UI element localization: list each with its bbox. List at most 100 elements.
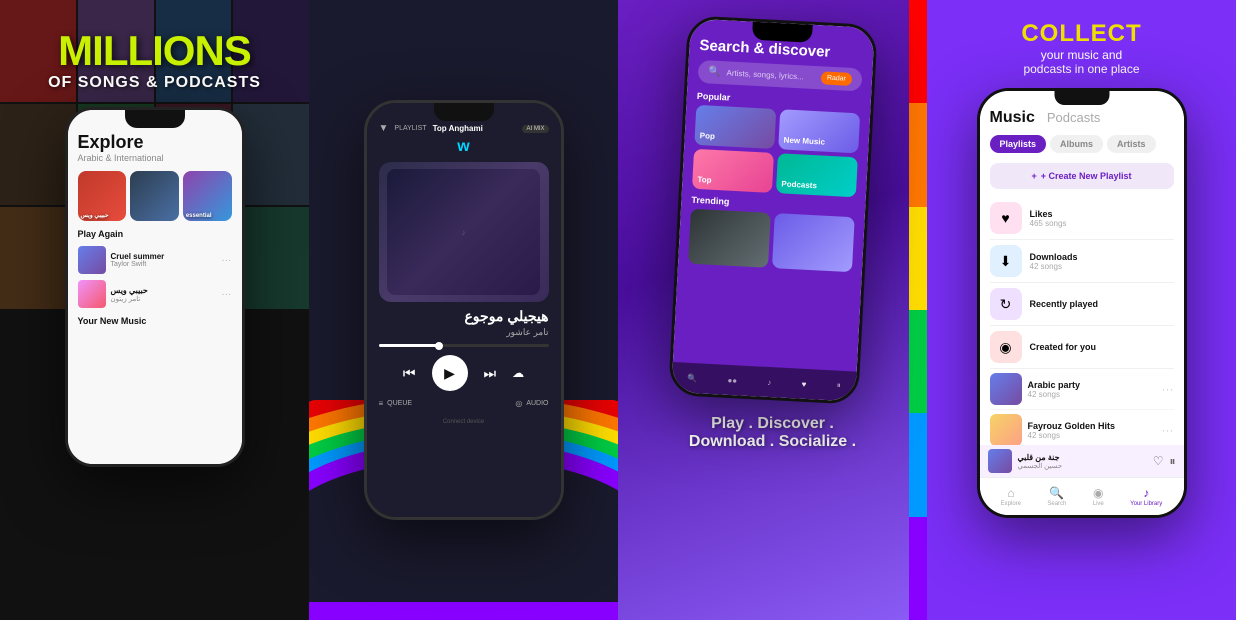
phone-screen: Explore Arabic & International حبيبي ويس… bbox=[68, 110, 242, 464]
tab-podcasts[interactable]: Podcasts bbox=[1047, 110, 1100, 125]
playlist-info: Arabic party 42 songs bbox=[1028, 380, 1156, 399]
panel-2: ▼ PLAYLIST Top Anghami AI MIX w ♪ هيجيلي… bbox=[309, 0, 618, 620]
audio-section: ◎ AUDIO bbox=[515, 399, 548, 408]
mini-pause-icon[interactable]: ⏸ bbox=[1169, 454, 1175, 469]
song-artist: تامر زيتون bbox=[111, 295, 217, 303]
queue-label[interactable]: QUEUE bbox=[387, 400, 412, 407]
playlist-header: ▼ PLAYLIST Top Anghami AI MIX bbox=[379, 123, 549, 134]
nav-item-explore[interactable]: ⌂ Explore bbox=[1001, 486, 1021, 507]
chevron-down-icon[interactable]: ▼ bbox=[379, 123, 389, 134]
category-label: Top bbox=[697, 175, 712, 185]
explore-subtitle: Arabic & International bbox=[78, 153, 232, 163]
song-info: Cruel summer Taylor Swift bbox=[111, 252, 217, 268]
playlist-song-count: 42 songs bbox=[1028, 431, 1156, 440]
library-item-name: Likes bbox=[1030, 209, 1174, 219]
artist-thumb bbox=[130, 171, 179, 221]
tagline: Play . Discover .Download . Socialize . bbox=[689, 415, 856, 451]
explore-icon: ⌂ bbox=[1007, 486, 1014, 500]
collect-headline: COLLECT your music andpodcasts in one pl… bbox=[1021, 20, 1141, 76]
song-item[interactable]: حبيبي ويس تامر زيتون ··· bbox=[78, 277, 232, 311]
tab-playlists[interactable]: Playlists bbox=[990, 135, 1047, 153]
playlist-artwork bbox=[990, 414, 1022, 446]
song-artwork bbox=[78, 280, 106, 308]
more-options-icon[interactable]: ··· bbox=[1162, 423, 1174, 437]
mini-player[interactable]: جنة من قلبي حسين الجسمي ♡ ⏸ bbox=[980, 445, 1184, 477]
collect-title: COLLECT bbox=[1021, 20, 1141, 48]
play-again-label: Play Again bbox=[78, 229, 232, 239]
phone-screen-4: Music Podcasts Playlists Albums Artists … bbox=[980, 91, 1184, 515]
tab-artists[interactable]: Artists bbox=[1107, 135, 1156, 153]
create-playlist-label: + Create New Playlist bbox=[1041, 171, 1132, 181]
player-controls: ⏮ ▶ ⏭ ☁ bbox=[379, 355, 549, 391]
bottom-nav-3: 🔍 ●● ♪ ♥ ⏸ bbox=[671, 362, 856, 402]
trending-item[interactable] bbox=[688, 209, 771, 268]
more-options-icon[interactable]: ··· bbox=[222, 289, 232, 300]
category-new-music[interactable]: New Music bbox=[778, 109, 860, 153]
song-artwork bbox=[78, 246, 106, 274]
library-item-recently-played[interactable]: ↻ Recently played bbox=[990, 283, 1174, 326]
playlist-song-count: 42 songs bbox=[1028, 390, 1156, 399]
category-pop[interactable]: Pop bbox=[694, 105, 776, 149]
song-title: Cruel summer bbox=[111, 252, 217, 261]
phone-screen-2: ▼ PLAYLIST Top Anghami AI MIX w ♪ هيجيلي… bbox=[367, 103, 561, 517]
album-image: ♪ bbox=[387, 169, 540, 295]
plus-icon: + bbox=[1031, 171, 1036, 181]
mini-player-artwork bbox=[988, 449, 1012, 473]
progress-fill bbox=[379, 344, 439, 347]
more-options-icon[interactable]: ··· bbox=[1162, 382, 1174, 396]
queue-icon: ≡ bbox=[379, 399, 384, 408]
connect-device-label: Connect device bbox=[443, 419, 484, 425]
nav-label-explore: Explore bbox=[1001, 501, 1021, 507]
library-item-info: Created for you bbox=[1030, 342, 1174, 352]
category-label: Pop bbox=[699, 131, 715, 141]
playlist-item-arabic-party[interactable]: Arabic party 42 songs ··· bbox=[990, 369, 1174, 410]
search-bar[interactable]: 🔍 Artists, songs, lyrics... Radar bbox=[697, 60, 862, 92]
playlist-artwork bbox=[990, 373, 1022, 405]
library-item-name: Downloads bbox=[1030, 252, 1174, 262]
nav-item-search[interactable]: 🔍 Search bbox=[1047, 486, 1066, 507]
connect-device: Connect device bbox=[379, 410, 549, 428]
download-icon[interactable]: ☁ bbox=[512, 366, 524, 380]
tab-albums[interactable]: Albums bbox=[1050, 135, 1103, 153]
radar-button[interactable]: Radar bbox=[820, 71, 852, 86]
panel-1: MILLIONS OF SONGS & PODCASTS Explore Ara… bbox=[0, 0, 309, 620]
category-podcasts[interactable]: Podcasts bbox=[775, 153, 857, 197]
song-title: حبيبي ويس bbox=[111, 286, 217, 295]
tagline-text: Play . Discover .Download . Socialize . bbox=[689, 415, 856, 450]
nav-item-library[interactable]: ♪ Your Library bbox=[1130, 486, 1162, 507]
now-playing-title: هيجيلي موجوع bbox=[379, 308, 549, 325]
trending-item[interactable] bbox=[771, 213, 854, 272]
create-new-playlist-button[interactable]: + + Create New Playlist bbox=[990, 163, 1174, 189]
category-top[interactable]: Top bbox=[692, 149, 774, 193]
search-input[interactable]: Artists, songs, lyrics... bbox=[726, 68, 815, 82]
library-item-likes[interactable]: ♥ Likes 465 songs bbox=[990, 197, 1174, 240]
progress-bar[interactable] bbox=[379, 344, 549, 347]
nav-search-icon[interactable]: 🔍 bbox=[687, 373, 697, 383]
nav-heart-icon[interactable]: ♥ bbox=[801, 379, 806, 388]
mini-player-title: جنة من قلبي bbox=[1018, 453, 1147, 462]
downloads-icon: ⬇ bbox=[990, 245, 1022, 277]
library-item-downloads[interactable]: ⬇ Downloads 42 songs bbox=[990, 240, 1174, 283]
artist-thumb: حبيبي ويس bbox=[78, 171, 127, 221]
previous-button[interactable]: ⏮ bbox=[403, 365, 416, 382]
audio-label[interactable]: AUDIO bbox=[526, 400, 548, 407]
library-item-created-for-you[interactable]: ◉ Created for you bbox=[990, 326, 1174, 369]
phone-notch bbox=[751, 22, 812, 43]
mini-heart-icon[interactable]: ♡ bbox=[1153, 454, 1164, 468]
nav-pause-icon[interactable]: ⏸ bbox=[836, 381, 841, 391]
nav-connect-icon[interactable]: ●● bbox=[727, 375, 737, 384]
tab-music[interactable]: Music bbox=[990, 109, 1035, 127]
nav-library-icon[interactable]: ♪ bbox=[767, 377, 771, 386]
bottom-navigation: ⌂ Explore 🔍 Search ◉ Live ♪ Your Library bbox=[980, 477, 1184, 515]
next-button[interactable]: ⏭ bbox=[484, 365, 497, 382]
library-item-count: 42 songs bbox=[1030, 262, 1174, 271]
play-pause-button[interactable]: ▶ bbox=[432, 355, 468, 391]
now-playing-artist: تامر عاشور bbox=[379, 327, 549, 338]
nav-item-live[interactable]: ◉ Live bbox=[1093, 486, 1104, 507]
logo-text: w bbox=[457, 138, 469, 155]
more-options-icon[interactable]: ··· bbox=[222, 255, 232, 266]
phone-mockup-2: ▼ PLAYLIST Top Anghami AI MIX w ♪ هيجيلي… bbox=[364, 100, 564, 520]
category-grid: Pop New Music Top Podcasts bbox=[692, 105, 860, 197]
song-item[interactable]: Cruel summer Taylor Swift ··· bbox=[78, 243, 232, 277]
search-icon: 🔍 bbox=[1049, 486, 1064, 500]
